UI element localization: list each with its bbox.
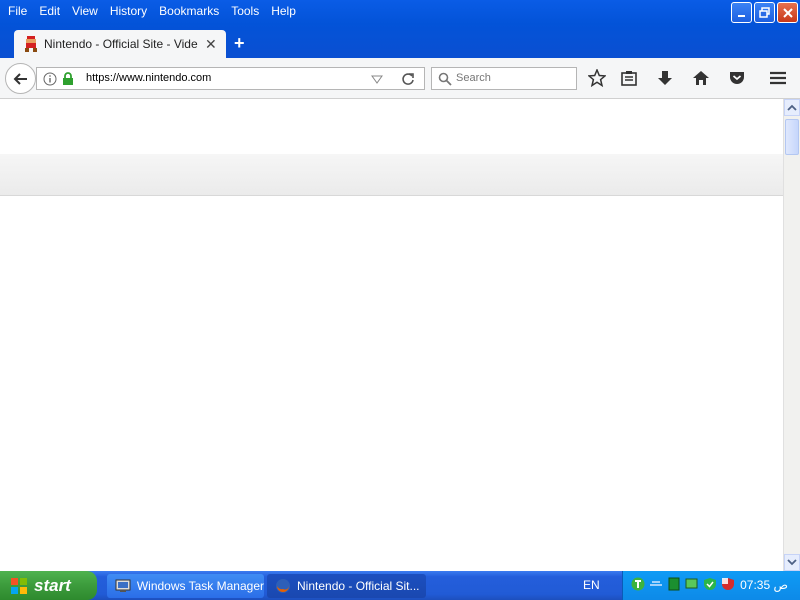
clock[interactable]: 07:35 ص [740, 578, 788, 592]
menu-history[interactable]: History [110, 4, 147, 18]
menu-edit[interactable]: Edit [39, 4, 60, 18]
tab-title: Nintendo - Official Site - Video G [44, 37, 198, 51]
mario-favicon-icon [25, 36, 37, 52]
plus-icon: + [234, 33, 245, 53]
browser-titlebar: File Edit View History Bookmarks Tools H… [0, 0, 800, 60]
antivirus-shield-icon[interactable] [721, 577, 735, 591]
close-window-button[interactable] [777, 2, 798, 23]
menu-file[interactable]: File [8, 4, 27, 18]
navigation-toolbar: https://www.nintendo.com Search [0, 58, 800, 99]
taskbar-item-label: Nintendo - Official Sit... [297, 579, 420, 593]
menubar: File Edit View History Bookmarks Tools H… [0, 0, 302, 22]
taskbar-item-firefox[interactable]: Nintendo - Official Sit... [267, 574, 426, 598]
monitor-status-icon[interactable] [685, 577, 699, 591]
taskbar-item-task-manager[interactable]: Windows Task Manager [107, 574, 264, 598]
language-indicator[interactable]: EN [583, 578, 600, 592]
search-box[interactable]: Search [431, 67, 577, 90]
url-bar[interactable]: https://www.nintendo.com [36, 67, 425, 90]
dropdown-triangle-icon[interactable] [371, 75, 383, 84]
pocket-icon [730, 72, 744, 84]
clipboard-icon [621, 71, 637, 86]
firefox-icon [276, 579, 290, 593]
bookmark-star-button[interactable] [588, 69, 606, 87]
start-label: start [34, 575, 71, 595]
download-arrow-icon [658, 71, 672, 85]
tab-nintendo[interactable]: Nintendo - Official Site - Video G ✕ [14, 30, 226, 58]
taskbar-item-label: Windows Task Manager [136, 579, 264, 593]
menu-view[interactable]: View [72, 4, 98, 18]
chevron-up-icon [787, 104, 797, 111]
back-arrow-icon [13, 72, 27, 85]
tab-close-icon[interactable]: ✕ [205, 36, 217, 53]
network-icon[interactable] [649, 577, 663, 591]
search-placeholder: Search [456, 72, 491, 84]
star-icon [588, 69, 606, 87]
search-icon [438, 72, 452, 86]
url-text[interactable]: https://www.nintendo.com [86, 72, 211, 84]
chevron-down-icon [787, 559, 797, 566]
reload-icon[interactable] [401, 72, 415, 86]
new-tab-button[interactable]: + [234, 33, 245, 54]
menu-button[interactable] [769, 69, 787, 87]
minimize-icon [737, 14, 745, 17]
library-button[interactable] [620, 69, 638, 87]
back-button[interactable] [5, 63, 36, 94]
scroll-thumb[interactable] [785, 119, 799, 155]
restore-button[interactable] [754, 2, 775, 23]
scroll-down-button[interactable] [784, 554, 800, 571]
home-icon [693, 71, 709, 85]
close-icon [782, 7, 793, 18]
scroll-up-button[interactable] [784, 99, 800, 116]
vertical-scrollbar[interactable] [783, 99, 800, 571]
page-content [0, 99, 783, 571]
menu-help[interactable]: Help [271, 4, 296, 18]
taskbar: start Windows Task Manager Nintendo - Of… [0, 571, 800, 600]
monitor-icon [115, 579, 131, 592]
menu-tools[interactable]: Tools [231, 4, 259, 18]
battery-icon[interactable] [667, 577, 681, 591]
minimize-button[interactable] [731, 2, 752, 23]
security-shield-icon[interactable] [703, 577, 717, 591]
info-icon[interactable] [43, 72, 57, 86]
lock-icon[interactable] [62, 72, 74, 86]
start-button[interactable]: start [0, 571, 97, 600]
home-button[interactable] [692, 69, 710, 87]
system-tray: 07:35 ص [622, 571, 800, 600]
pocket-button[interactable] [728, 69, 746, 87]
downloads-button[interactable] [656, 69, 674, 87]
site-header-band [0, 154, 783, 196]
restore-icon [758, 6, 770, 18]
hamburger-icon [770, 71, 786, 85]
windows-logo-icon [11, 577, 27, 594]
torrent-icon[interactable] [631, 577, 645, 591]
menu-bookmarks[interactable]: Bookmarks [159, 4, 219, 18]
